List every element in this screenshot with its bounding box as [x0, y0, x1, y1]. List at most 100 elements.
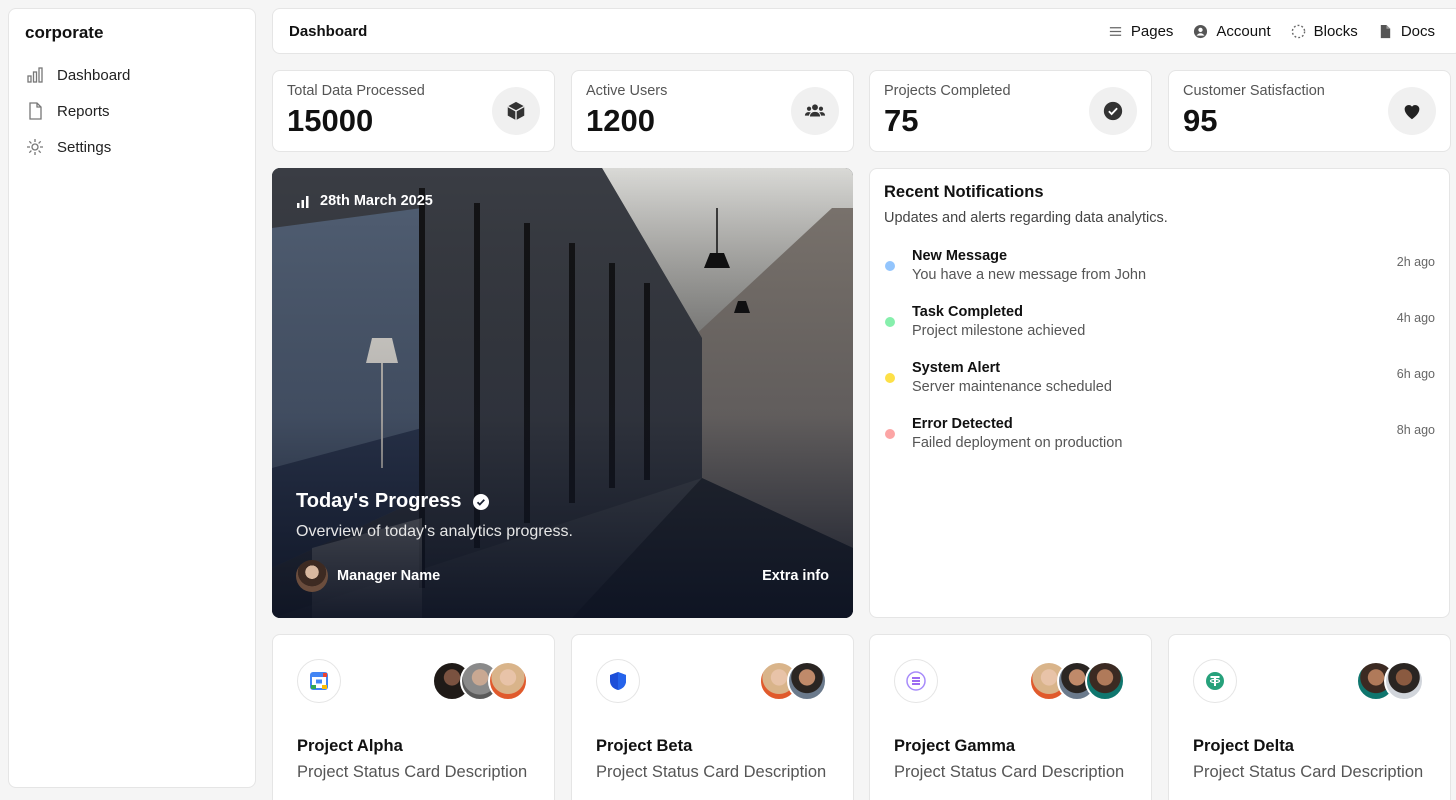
notifications-list: New Message You have a new message from …: [884, 248, 1435, 472]
notification-title: Error Detected: [912, 416, 1013, 432]
project-logo: [596, 659, 640, 703]
hero-date: 28th March 2025: [296, 193, 433, 209]
sidebar-item-dashboard[interactable]: Dashboard: [25, 57, 239, 93]
avatar: [1085, 661, 1125, 701]
manager-name: Manager Name: [337, 568, 441, 584]
notification-item[interactable]: Task Completed Project milestone achieve…: [884, 304, 1435, 360]
cube-icon: [507, 101, 525, 121]
google-calendar-icon: [310, 672, 328, 690]
stat-icon-wrap: [492, 87, 540, 135]
project-description: Project Status Card Description: [1193, 763, 1424, 781]
status-dot: [885, 373, 895, 383]
notifications-title: Recent Notifications: [884, 183, 1044, 201]
notification-time: 8h ago: [1396, 423, 1435, 437]
notification-desc: You have a new message from John: [912, 267, 1147, 283]
project-description: Project Status Card Description: [297, 763, 528, 781]
project-card-alpha[interactable]: Project Alpha Project Status Card Descri…: [272, 634, 555, 800]
status-dot: [885, 261, 895, 271]
notification-desc: Server maintenance scheduled: [912, 379, 1112, 395]
brand-name: corporate: [25, 23, 104, 42]
notifications-card: Recent Notifications Updates and alerts …: [869, 168, 1450, 618]
stat-card-active-users: Active Users 1200: [571, 70, 854, 152]
file-icon: [29, 102, 42, 120]
heart-icon: [1404, 105, 1420, 120]
project-title: Project Beta: [596, 737, 693, 755]
team-avatars: [1029, 661, 1125, 701]
nav-label: Pages: [1130, 22, 1174, 40]
hero-date-text: 28th March 2025: [320, 193, 433, 209]
project-title: Project Delta: [1193, 737, 1294, 755]
avatar: [787, 661, 827, 701]
tether-icon: [1206, 672, 1224, 690]
users-icon: [804, 104, 826, 117]
notification-title: New Message: [912, 248, 1008, 264]
project-description: Project Status Card Description: [894, 763, 1125, 781]
project-title: Project Gamma: [894, 737, 1016, 755]
team-avatars: [1356, 661, 1424, 701]
signal-bars-icon: [297, 196, 309, 208]
menu-icon: [1109, 26, 1121, 36]
project-logo: [297, 659, 341, 703]
project-card-beta[interactable]: Project Beta Project Status Card Descrip…: [571, 634, 854, 800]
nav-account[interactable]: Account: [1193, 22, 1271, 40]
stat-icon-wrap: [1388, 87, 1436, 135]
project-logo: [894, 659, 938, 703]
sidebar-item-settings[interactable]: Settings: [25, 129, 239, 165]
notification-desc: Failed deployment on production: [912, 435, 1123, 451]
notifications-subtitle: Updates and alerts regarding data analyt…: [884, 210, 1168, 226]
top-nav: Pages Account Blocks Docs: [1108, 23, 1435, 40]
notification-item[interactable]: Error Detected Failed deployment on prod…: [884, 416, 1435, 472]
notification-title: Task Completed: [912, 304, 1023, 320]
nav-pages[interactable]: Pages: [1108, 22, 1174, 40]
avatar: [488, 661, 528, 701]
user-circle-icon: [1194, 24, 1208, 38]
notification-item[interactable]: System Alert Server maintenance schedule…: [884, 360, 1435, 416]
sidebar-item-label: Reports: [57, 102, 110, 120]
hero-title: Today's Progress: [296, 490, 490, 513]
shield-icon: [610, 672, 626, 690]
nav-label: Account: [1216, 22, 1271, 40]
document-icon: [1380, 24, 1390, 38]
notification-desc: Project milestone achieved: [912, 323, 1086, 339]
check-circle-icon: [1103, 101, 1123, 121]
notification-time: 4h ago: [1396, 311, 1435, 325]
avatar: [1384, 661, 1424, 701]
stat-card-projects-completed: Projects Completed 75: [869, 70, 1152, 152]
bar-chart-icon: [27, 67, 43, 83]
sidebar-item-label: Dashboard: [57, 66, 131, 84]
team-avatars: [759, 661, 827, 701]
nav-label: Blocks: [1313, 22, 1358, 40]
project-logo: [1193, 659, 1237, 703]
status-dot: [885, 429, 895, 439]
progress-hero-card[interactable]: 28th March 2025 Today's Progress Overvie…: [272, 168, 853, 618]
stat-card-data-processed: Total Data Processed 15000: [272, 70, 555, 152]
notification-item[interactable]: New Message You have a new message from …: [884, 248, 1435, 304]
status-dot: [885, 317, 895, 327]
nav-blocks[interactable]: Blocks: [1291, 23, 1358, 40]
gear-icon: [27, 139, 43, 155]
stat-icon-wrap: [1089, 87, 1137, 135]
hero-title-text: Today's Progress: [296, 490, 462, 512]
notification-time: 6h ago: [1396, 367, 1435, 381]
dotted-circle-icon: [1291, 24, 1305, 38]
team-avatars: [432, 661, 528, 701]
project-title: Project Alpha: [297, 737, 403, 755]
sidebar-item-reports[interactable]: Reports: [25, 93, 239, 129]
avatar: [296, 560, 328, 592]
verified-check-icon: [472, 493, 489, 510]
page-title: Dashboard: [289, 22, 368, 40]
solana-icon: [906, 671, 926, 691]
extra-info-link[interactable]: Extra info: [762, 568, 829, 584]
sidebar: corporate Dashboard Reports Settings: [8, 8, 256, 788]
hero-manager: Manager Name: [296, 560, 440, 592]
nav-label: Docs: [1400, 22, 1435, 40]
notification-time: 2h ago: [1396, 255, 1435, 269]
project-card-delta[interactable]: Project Delta Project Status Card Descri…: [1168, 634, 1451, 800]
sidebar-item-label: Settings: [57, 138, 112, 156]
nav-docs[interactable]: Docs: [1378, 23, 1435, 40]
top-bar: Dashboard Pages Account Blocks Docs: [272, 8, 1456, 54]
project-description: Project Status Card Description: [596, 763, 827, 781]
office-background-image: [272, 168, 853, 618]
project-card-gamma[interactable]: Project Gamma Project Status Card Descri…: [869, 634, 1152, 800]
stat-icon-wrap: [791, 87, 839, 135]
